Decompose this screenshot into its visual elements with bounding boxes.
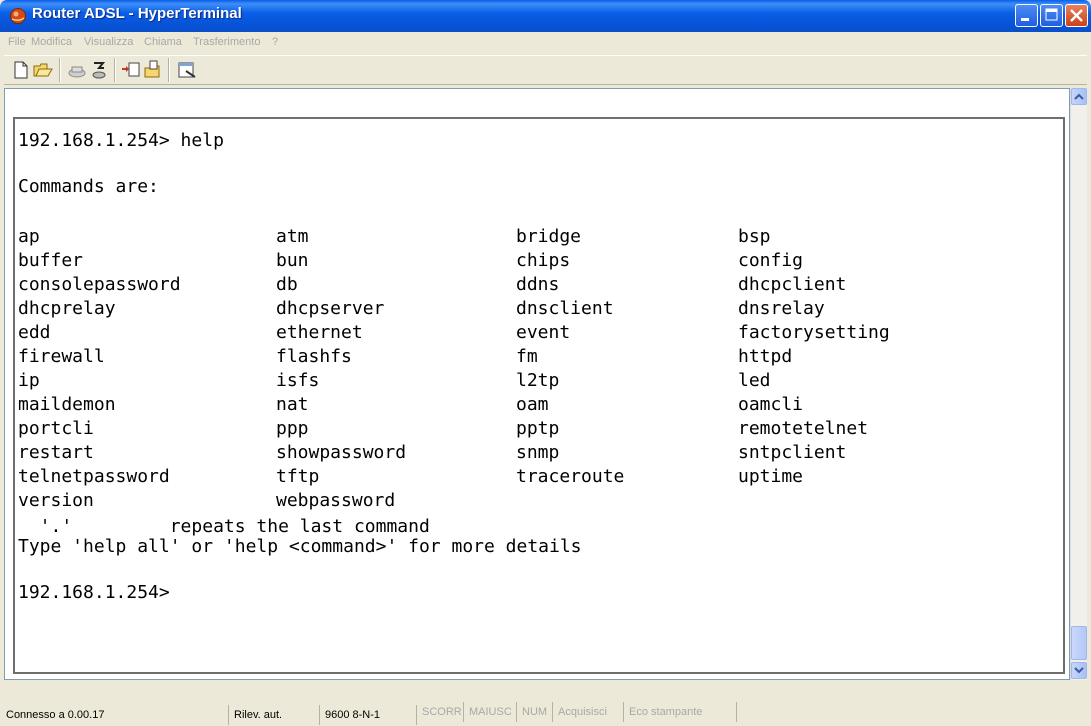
menu-trasferimento[interactable]: Trasferimento (193, 36, 260, 48)
command-ppp: ppp (276, 418, 309, 439)
command-oam: oam (516, 394, 549, 415)
new-icon[interactable] (10, 59, 32, 81)
toolbar-separator (168, 58, 170, 82)
toolbar-separator (59, 58, 61, 82)
toolbar (4, 55, 1087, 85)
status-connection: Connesso a 0.00.17 (4, 705, 229, 725)
chevron-down-icon (1074, 667, 1084, 674)
command-ethernet: ethernet (276, 322, 363, 343)
menu-visualizza[interactable]: Visualizza (84, 36, 133, 48)
command-bun: bun (276, 250, 309, 271)
command-dhcpclient: dhcpclient (738, 274, 847, 295)
command-db: db (276, 274, 298, 295)
command-ap: ap (18, 226, 40, 247)
command-portcli: portcli (18, 418, 94, 439)
command-event: event (516, 322, 571, 343)
menu-bar: File Modifica Visualizza Chiama Trasferi… (4, 32, 1087, 54)
menu-help[interactable]: ? (272, 36, 278, 48)
command-nat: nat (276, 394, 309, 415)
disconnect-icon[interactable] (88, 59, 110, 81)
maximize-button[interactable] (1040, 4, 1063, 27)
status-capture: Acquisisci (556, 702, 624, 722)
send-icon[interactable] (120, 59, 142, 81)
command-sntpclient: sntpclient (738, 442, 847, 463)
scroll-up-button[interactable] (1071, 88, 1087, 105)
menu-chiama[interactable]: Chiama (144, 36, 182, 48)
phone-globe-icon[interactable] (9, 7, 27, 25)
command-edd: edd (18, 322, 51, 343)
properties-icon[interactable] (176, 59, 198, 81)
status-scroll: SCORR (420, 702, 464, 722)
command-bridge: bridge (516, 226, 582, 247)
status-print-echo: Eco stampante (627, 702, 737, 722)
command-snmp: snmp (516, 442, 560, 463)
command-consolepassword: consolepassword (18, 274, 181, 295)
command-traceroute: traceroute (516, 466, 625, 487)
menu-modifica[interactable]: Modifica (31, 36, 72, 48)
minimize-button[interactable] (1015, 4, 1038, 27)
command-version: version (18, 490, 94, 511)
open-icon[interactable] (32, 59, 54, 81)
help-hint-line: Type 'help all' or 'help <command>' for … (18, 536, 582, 557)
menu-file[interactable]: File (8, 36, 26, 48)
command-factorysetting: factorysetting (738, 322, 890, 343)
command-dnsclient: dnsclient (516, 298, 614, 319)
prompt-final-line: 192.168.1.254> (18, 582, 170, 603)
chevron-up-icon (1074, 93, 1084, 100)
status-bar: Connesso a 0.00.17 Rilev. aut. 9600 8-N-… (4, 683, 1087, 725)
command-chips: chips (516, 250, 571, 271)
connect-icon[interactable] (66, 59, 88, 81)
repeat-command-line: '.' repeats the last command (18, 516, 430, 537)
close-button[interactable] (1065, 4, 1088, 27)
command-led: led (738, 370, 771, 391)
command-dhcprelay: dhcprelay (18, 298, 116, 319)
command-restart: restart (18, 442, 94, 463)
command-flashfs: flashfs (276, 346, 352, 367)
command-uptime: uptime (738, 466, 804, 487)
commands-header: Commands are: (18, 176, 159, 197)
command-firewall: firewall (18, 346, 105, 367)
title-bar[interactable]: Router ADSL - HyperTerminal (0, 0, 1091, 32)
command-tftp: tftp (276, 466, 320, 487)
status-settings: 9600 8-N-1 (323, 705, 417, 725)
hyperterminal-window: Router ADSL - HyperTerminal File Modific… (0, 0, 1091, 726)
command-config: config (738, 250, 804, 271)
command-ip: ip (18, 370, 40, 391)
status-caps: MAIUSC (467, 702, 517, 722)
command-fm: fm (516, 346, 538, 367)
vertical-scrollbar[interactable] (1070, 88, 1087, 680)
prompt-help-line: 192.168.1.254> help (18, 130, 224, 151)
close-icon (1070, 9, 1083, 22)
scroll-down-button[interactable] (1071, 662, 1087, 679)
command-dhcpserver: dhcpserver (276, 298, 385, 319)
command-isfs: isfs (276, 370, 320, 391)
maximize-icon (1045, 8, 1058, 21)
command-oamcli: oamcli (738, 394, 804, 415)
command-atm: atm (276, 226, 309, 247)
window-title: Router ADSL - HyperTerminal (32, 5, 242, 22)
toolbar-separator (114, 58, 116, 82)
minimize-icon (1021, 18, 1029, 21)
command-bsp: bsp (738, 226, 771, 247)
command-l2tp: l2tp (516, 370, 560, 391)
status-detect: Rilev. aut. (232, 705, 320, 725)
command-httpd: httpd (738, 346, 793, 367)
command-remotetelnet: remotetelnet (738, 418, 869, 439)
status-num: NUM (520, 702, 553, 722)
command-maildemon: maildemon (18, 394, 116, 415)
command-buffer: buffer (18, 250, 84, 271)
command-webpassword: webpassword (276, 490, 396, 511)
command-ddns: ddns (516, 274, 560, 295)
receive-icon[interactable] (142, 59, 164, 81)
scroll-thumb[interactable] (1071, 626, 1087, 660)
command-showpassword: showpassword (276, 442, 407, 463)
command-telnetpassword: telnetpassword (18, 466, 170, 487)
command-pptp: pptp (516, 418, 560, 439)
command-dnsrelay: dnsrelay (738, 298, 825, 319)
